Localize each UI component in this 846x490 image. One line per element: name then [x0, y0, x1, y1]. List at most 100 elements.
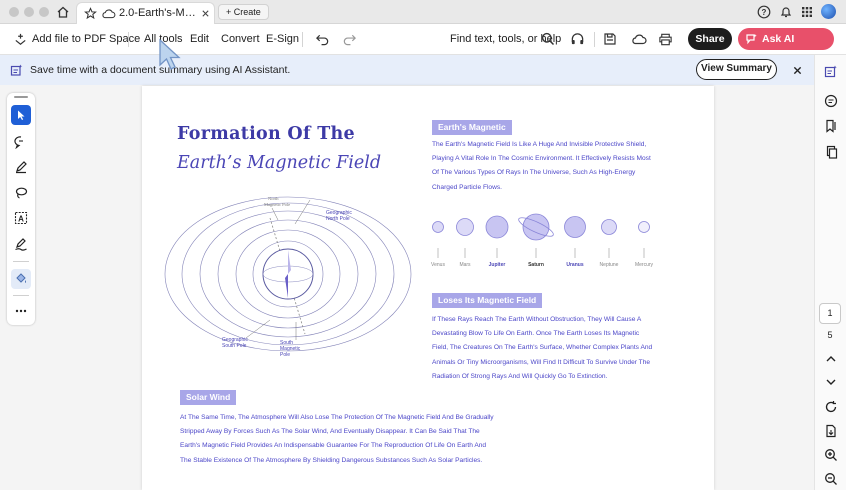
print-icon[interactable]: [658, 32, 673, 46]
extract-page-icon[interactable]: [824, 424, 838, 438]
page-down-icon[interactable]: [824, 375, 838, 389]
menu-edit[interactable]: Edit: [190, 33, 209, 45]
text-line: Playing A Vital Role In The Cosmic Envir…: [432, 155, 651, 163]
page-title-line1: Formation Of The: [177, 124, 355, 144]
page-up-icon[interactable]: [824, 352, 838, 366]
planet-label-mars: Mars: [459, 262, 471, 268]
undo-icon[interactable]: [315, 32, 330, 46]
planet-label-saturn: Saturn: [528, 262, 544, 268]
ask-ai-assistant-button[interactable]: Ask AI Assistant: [738, 28, 834, 67]
search-icon[interactable]: [541, 32, 555, 46]
view-summary-button[interactable]: View Summary: [696, 59, 777, 80]
pages-thumbnails-icon[interactable]: [824, 145, 838, 159]
browser-tab-bar: 2.0-Earth's-Magne… + Create ?: [0, 0, 846, 24]
profile-avatar[interactable]: [821, 4, 836, 19]
geographic-south-pole-label-2: South Pole: [222, 343, 247, 349]
close-tab-icon[interactable]: [201, 9, 210, 18]
north-magnetic-pole-label-1: North: [268, 196, 279, 201]
add-file-button[interactable]: Add file to PDF Space: [32, 33, 140, 45]
section-heading-loses-magnetic: Loses Its Magnetic Field: [432, 293, 543, 308]
help-icon[interactable]: ?: [757, 5, 771, 19]
apps-grid-icon[interactable]: [800, 5, 814, 19]
more-icon: [15, 309, 27, 313]
text-line: Charged Particle Flows.: [432, 183, 502, 191]
text-line: Of The Various Types Of Rays In The Univ…: [432, 169, 636, 177]
text-line: Earth's Magnetic Field Provides An Indis…: [180, 442, 487, 450]
current-page-input[interactable]: 1: [819, 303, 841, 324]
tool-divider: [13, 295, 29, 296]
cursor-icon: [18, 110, 25, 120]
ai-summary-banner: Save time with a document summary using …: [0, 55, 846, 85]
close-banner-icon[interactable]: [793, 66, 802, 75]
right-sidebar: [814, 55, 846, 490]
comment-icon: [14, 136, 23, 149]
paint-bucket-icon: [16, 273, 26, 283]
main-toolbar: Add file to PDF Space All tools Edit Con…: [0, 24, 846, 67]
zoom-out-icon[interactable]: [824, 472, 838, 486]
planet-label-venus: Venus: [431, 262, 445, 268]
bookmarks-icon[interactable]: [824, 119, 838, 133]
bell-icon[interactable]: [779, 5, 793, 19]
share-button[interactable]: Share: [688, 28, 732, 50]
planet-mars: [456, 218, 474, 236]
section-text-earths-magnetic: The Earth's Magnetic Field Is Like A Hug…: [432, 138, 651, 195]
section-text-solar-wind: At The Same Time, The Atmosphere Will Al…: [180, 411, 494, 468]
planet-label-mercury: Mercury: [634, 262, 654, 268]
text-line: Stripped Away By Forces Such As The Sola…: [180, 428, 480, 436]
draw-tool[interactable]: [11, 157, 31, 177]
planet-label-neptune: Neptune: [599, 262, 619, 268]
pdf-page: Formation Of The Earth’s Magnetic Field …: [142, 86, 714, 490]
text-line: Devastating Blow To Life On Earth. Once …: [432, 330, 640, 338]
section-heading-solar-wind: Solar Wind: [180, 390, 237, 405]
rotate-icon[interactable]: [824, 400, 838, 414]
text-line: If These Rays Reach The Earth Without Ob…: [432, 316, 642, 323]
comments-panel-icon[interactable]: [824, 94, 838, 108]
window-zoom-button[interactable]: [39, 7, 49, 17]
planet-label-uranus: Uranus: [566, 262, 584, 268]
menu-convert[interactable]: Convert: [221, 33, 260, 45]
save-icon[interactable]: [603, 32, 617, 46]
tab-title: 2.0-Earth's-Magne…: [119, 7, 197, 19]
window-minimize-button[interactable]: [24, 7, 34, 17]
svg-text:A: A: [18, 215, 24, 224]
drag-handle[interactable]: [14, 96, 28, 98]
home-icon[interactable]: [56, 5, 70, 19]
toolbar-divider: [302, 32, 303, 47]
window-close-button[interactable]: [9, 7, 19, 17]
planets-row: [432, 213, 650, 258]
add-file-icon: [15, 33, 26, 45]
zoom-in-icon[interactable]: [824, 448, 838, 462]
signature-icon: [15, 238, 27, 251]
more-tools-button[interactable]: [11, 301, 31, 321]
planet-uranus: [564, 216, 586, 238]
document-tab[interactable]: 2.0-Earth's-Magne…: [76, 2, 215, 24]
tool-divider: [13, 261, 29, 262]
ai-assistant-icon[interactable]: [824, 65, 838, 79]
ai-chat-icon: [746, 34, 757, 45]
comment-tool[interactable]: [11, 132, 31, 152]
fill-tool[interactable]: [11, 269, 31, 289]
redo-icon[interactable]: [342, 32, 357, 46]
total-pages: 5: [827, 330, 833, 340]
cloud-icon: [102, 9, 116, 19]
planet-neptune: [601, 219, 617, 235]
page-title-line2: Earth’s Magnetic Field: [177, 153, 382, 173]
planet-mercury: [638, 221, 650, 233]
mouse-cursor-icon: [159, 38, 181, 70]
lasso-icon: [15, 187, 28, 199]
menu-e-sign[interactable]: E-Sign: [266, 33, 299, 45]
cloud-upload-icon[interactable]: [631, 33, 647, 45]
text-box-tool[interactable]: A: [11, 208, 31, 228]
planet-venus: [432, 221, 444, 233]
section-text-loses-magnetic: If These Rays Reach The Earth Without Ob…: [432, 313, 652, 384]
magnetic-field-diagram: North Magnetic Pole Geographic North Pol…: [164, 196, 412, 358]
text-line: The Stable Existence Of The Atmosphere B…: [180, 456, 483, 464]
star-icon[interactable]: [84, 7, 97, 20]
lasso-tool[interactable]: [11, 183, 31, 203]
sign-tool[interactable]: [11, 234, 31, 254]
select-tool[interactable]: [11, 105, 31, 125]
headphones-icon[interactable]: [570, 32, 585, 46]
new-tab-button[interactable]: + Create: [218, 4, 269, 20]
svg-text:?: ?: [762, 8, 767, 17]
text-line: Radiation Of Strong Rays And Will Quickl…: [432, 372, 608, 380]
